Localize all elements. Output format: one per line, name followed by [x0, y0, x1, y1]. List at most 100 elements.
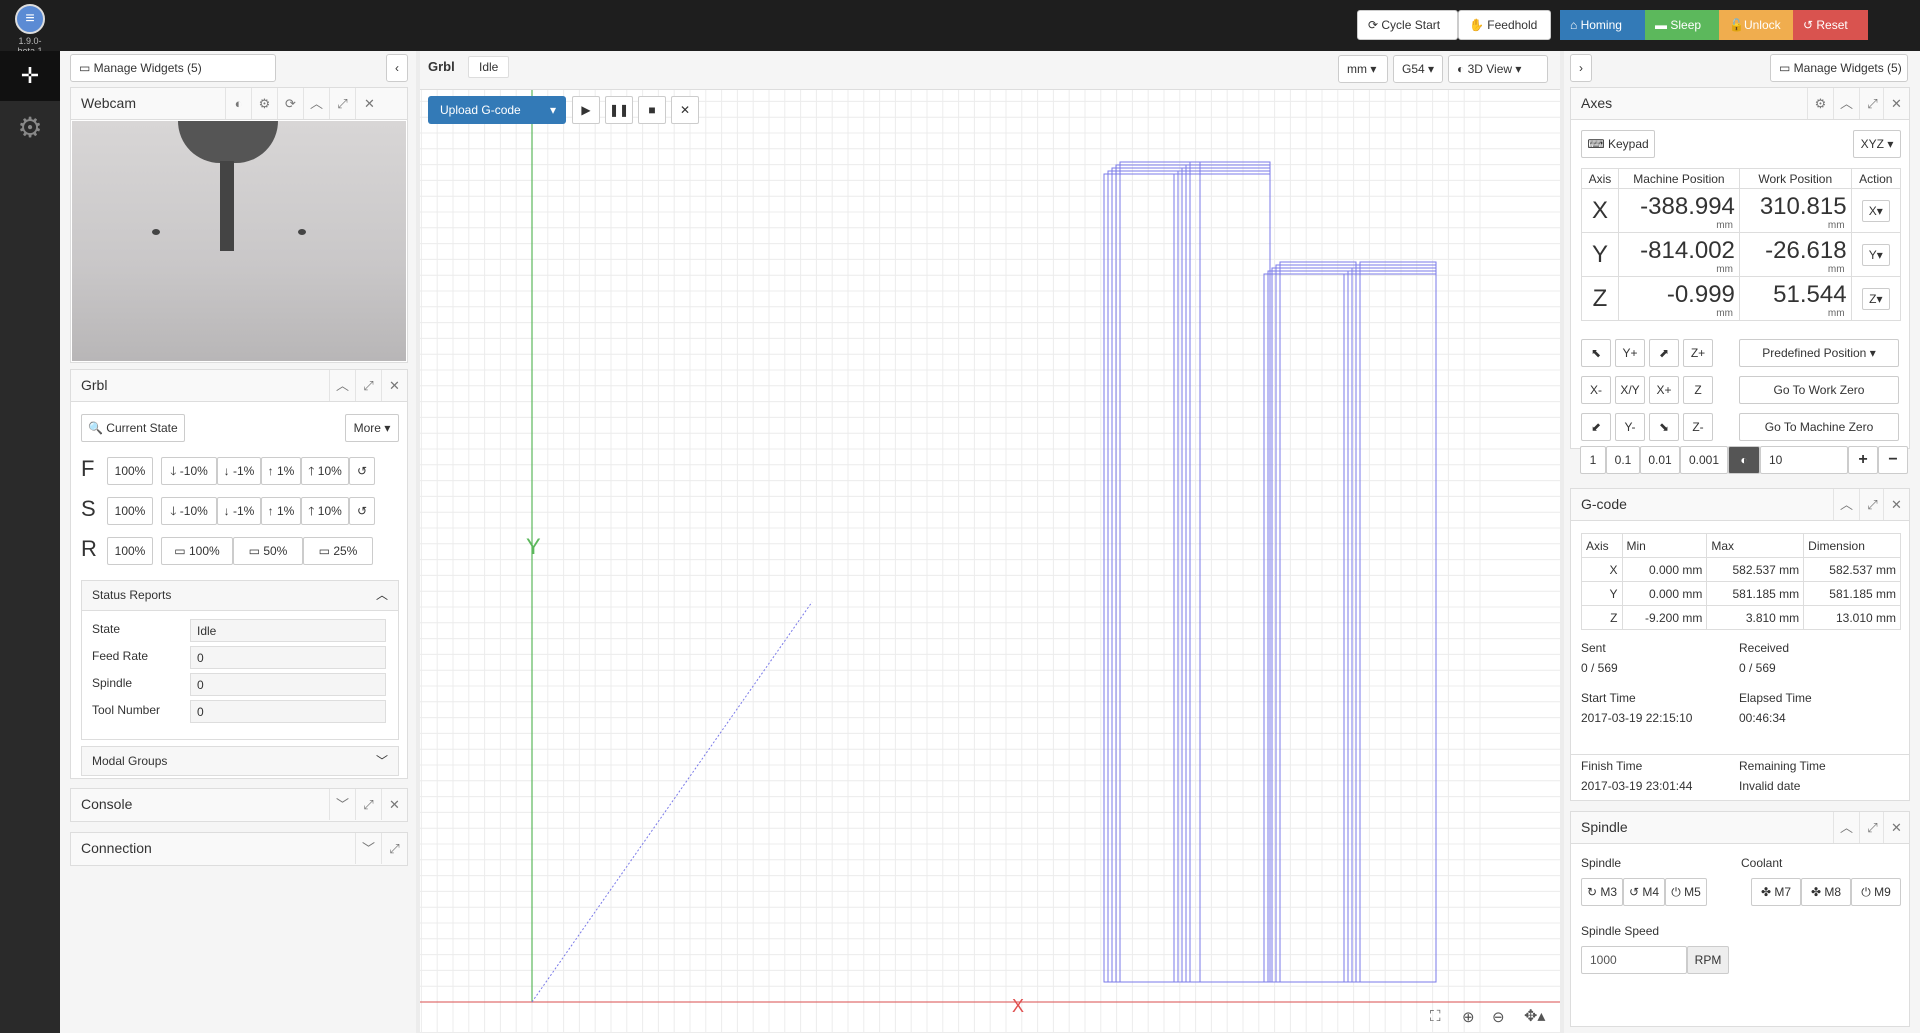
jog-xplus-button[interactable]: X+ — [1649, 376, 1679, 404]
sleep-button[interactable]: ▬ Sleep — [1645, 10, 1719, 40]
axis-z-action-dropdown[interactable]: Z▾ — [1861, 287, 1890, 310]
zoom-out-icon[interactable]: ⊖ — [1492, 1008, 1505, 1026]
step-001-button[interactable]: 0.01 — [1640, 446, 1680, 474]
predefined-position-dropdown[interactable]: Predefined Position ▾ — [1739, 339, 1899, 367]
expand-icon[interactable]: ⤢ — [1859, 812, 1885, 843]
collapse-left-button[interactable]: ‹ — [386, 54, 408, 82]
go-to-work-zero-button[interactable]: Go To Work Zero — [1739, 376, 1899, 404]
chevron-up-icon[interactable]: ︿ — [1833, 812, 1859, 843]
expand-icon[interactable]: ⤢ — [1859, 489, 1885, 520]
manage-widgets-button-right[interactable]: ▭ Manage Widgets (5) — [1770, 54, 1908, 82]
gear-icon[interactable]: ⚙ — [251, 88, 277, 119]
keypad-button[interactable]: ⌨ Keypad — [1581, 130, 1655, 158]
axis-x-action-dropdown[interactable]: X▾ — [1861, 199, 1890, 222]
m5-button[interactable]: ⏻ M5 — [1665, 878, 1707, 906]
expand-icon[interactable]: ⤢ — [355, 370, 381, 401]
refresh-icon[interactable]: ⟳ — [277, 88, 303, 119]
jog-z-zero-button[interactable]: Z — [1683, 376, 1713, 404]
spindle-minus10-button[interactable]: 🡓 -10% — [161, 497, 217, 525]
units-dropdown[interactable]: mm ▾ — [1338, 55, 1388, 83]
status-reports-header[interactable]: Status Reports ︿ — [82, 581, 398, 611]
jog-xplus-yplus-button[interactable]: ⬈ — [1649, 339, 1679, 367]
expand-icon[interactable]: ⤢ — [355, 789, 381, 820]
close-gcode-button[interactable]: ✕ — [671, 96, 699, 124]
step-increase-button[interactable]: + — [1848, 446, 1878, 474]
m4-button[interactable]: ↺ M4 — [1623, 878, 1665, 906]
custom-step-input[interactable]: 10 — [1760, 446, 1848, 474]
step-1-button[interactable]: 1 — [1580, 446, 1606, 474]
jog-zplus-button[interactable]: Z+ — [1683, 339, 1713, 367]
close-icon[interactable]: ✕ — [381, 370, 407, 401]
go-to-machine-zero-button[interactable]: Go To Machine Zero — [1739, 413, 1899, 441]
homing-button[interactable]: ⌂ Homing — [1560, 10, 1645, 40]
modal-groups-header[interactable]: Modal Groups ﹀ — [81, 746, 399, 776]
chevron-up-icon[interactable]: ︿ — [1833, 489, 1859, 520]
feed-minus1-button[interactable]: ↓ -1% — [217, 457, 261, 485]
custom-step-toggle[interactable]: ◐ — [1728, 446, 1760, 474]
view-toggle[interactable]: ◐ 3D View ▾ — [1448, 55, 1548, 83]
toggle-icon[interactable]: ◐ — [225, 88, 251, 119]
expand-icon[interactable]: ⤢ — [329, 88, 355, 119]
nav-settings[interactable]: ⚙ — [0, 103, 60, 153]
feed-minus10-button[interactable]: 🡓 -10% — [161, 457, 217, 485]
chevron-up-icon[interactable]: ︿ — [1833, 88, 1859, 119]
chevron-down-icon[interactable]: ﹀ — [329, 789, 355, 820]
fit-icon[interactable]: ⛶ — [1430, 1008, 1441, 1025]
m7-button[interactable]: ✤ M7 — [1751, 878, 1801, 906]
nav-workspace[interactable]: ✛ — [0, 51, 60, 101]
gear-icon[interactable]: ⚙ — [1807, 88, 1833, 119]
jog-yplus-button[interactable]: Y+ — [1615, 339, 1645, 367]
spindle-reset-button[interactable]: ↺ — [349, 497, 375, 525]
close-icon[interactable]: ✕ — [355, 88, 383, 119]
current-state-button[interactable]: 🔍 Current State — [81, 414, 185, 442]
rapid-100-button[interactable]: ▭ 100% — [161, 537, 233, 565]
close-icon[interactable]: ✕ — [1883, 812, 1909, 843]
expand-icon[interactable]: ⤢ — [381, 833, 407, 864]
chevron-up-icon[interactable]: ︿ — [329, 370, 355, 401]
chevron-up-icon[interactable]: ︿ — [303, 88, 329, 119]
pause-button[interactable]: ❚❚ — [605, 96, 633, 124]
m3-button[interactable]: ↻ M3 — [1581, 878, 1623, 906]
close-icon[interactable]: ✕ — [1883, 88, 1909, 119]
play-button[interactable]: ▶ — [572, 96, 600, 124]
jog-xminus-yplus-button[interactable]: ⬉ — [1581, 339, 1611, 367]
jog-xminus-yminus-button[interactable]: ⬋ — [1581, 413, 1611, 441]
upload-gcode-button[interactable]: Upload G-code ▾ — [428, 96, 566, 124]
collapse-right-button[interactable]: › — [1570, 54, 1592, 82]
m8-button[interactable]: ✤ M8 — [1801, 878, 1851, 906]
close-icon[interactable]: ✕ — [381, 789, 407, 820]
spindle-minus1-button[interactable]: ↓ -1% — [217, 497, 261, 525]
jog-xplus-yminus-button[interactable]: ⬊ — [1649, 413, 1679, 441]
app-logo[interactable]: ≡1.9.0-beta.1 — [8, 4, 52, 56]
spindle-speed-input[interactable]: 1000 — [1581, 946, 1687, 974]
m9-button[interactable]: ⏻ M9 — [1851, 878, 1901, 906]
jog-zminus-button[interactable]: Z- — [1683, 413, 1713, 441]
axes-mode-dropdown[interactable]: XYZ ▾ — [1853, 130, 1901, 158]
stop-button[interactable]: ■ — [638, 96, 666, 124]
reset-button[interactable]: ↺ Reset — [1793, 10, 1868, 40]
axis-y-action-dropdown[interactable]: Y▾ — [1861, 243, 1890, 266]
rapid-50-button[interactable]: ▭ 50% — [233, 537, 303, 565]
zoom-in-icon[interactable]: ⊕ — [1462, 1008, 1475, 1026]
manage-widgets-button-left[interactable]: ▭ Manage Widgets (5) — [70, 54, 276, 82]
spindle-plus10-button[interactable]: 🡑 10% — [301, 497, 349, 525]
step-01-button[interactable]: 0.1 — [1606, 446, 1640, 474]
pan-icon[interactable]: ✥▴ — [1524, 1006, 1545, 1026]
cycle-start-button[interactable]: ⟳ Cycle Start — [1357, 10, 1458, 40]
chevron-down-icon[interactable]: ﹀ — [355, 833, 381, 864]
step-decrease-button[interactable]: − — [1878, 446, 1908, 474]
more-dropdown[interactable]: More ▾ — [345, 414, 399, 442]
feed-plus1-button[interactable]: ↑ 1% — [261, 457, 301, 485]
visualizer-canvas[interactable]: YX Upload G-code ▾ ▶ ❚❚ ■ ✕ ⛶ ⊕ ⊖ ✥▴ — [420, 90, 1560, 1032]
rapid-25-button[interactable]: ▭ 25% — [303, 537, 373, 565]
step-0001-button[interactable]: 0.001 — [1680, 446, 1728, 474]
jog-yminus-button[interactable]: Y- — [1615, 413, 1645, 441]
spindle-plus1-button[interactable]: ↑ 1% — [261, 497, 301, 525]
unlock-button[interactable]: 🔓Unlock — [1719, 10, 1793, 40]
close-icon[interactable]: ✕ — [1883, 489, 1909, 520]
feed-plus10-button[interactable]: 🡑 10% — [301, 457, 349, 485]
jog-xy-zero-button[interactable]: X/Y — [1615, 376, 1645, 404]
feed-reset-button[interactable]: ↺ — [349, 457, 375, 485]
controller-tab[interactable]: Grbl — [428, 59, 455, 74]
jog-xminus-button[interactable]: X- — [1581, 376, 1611, 404]
